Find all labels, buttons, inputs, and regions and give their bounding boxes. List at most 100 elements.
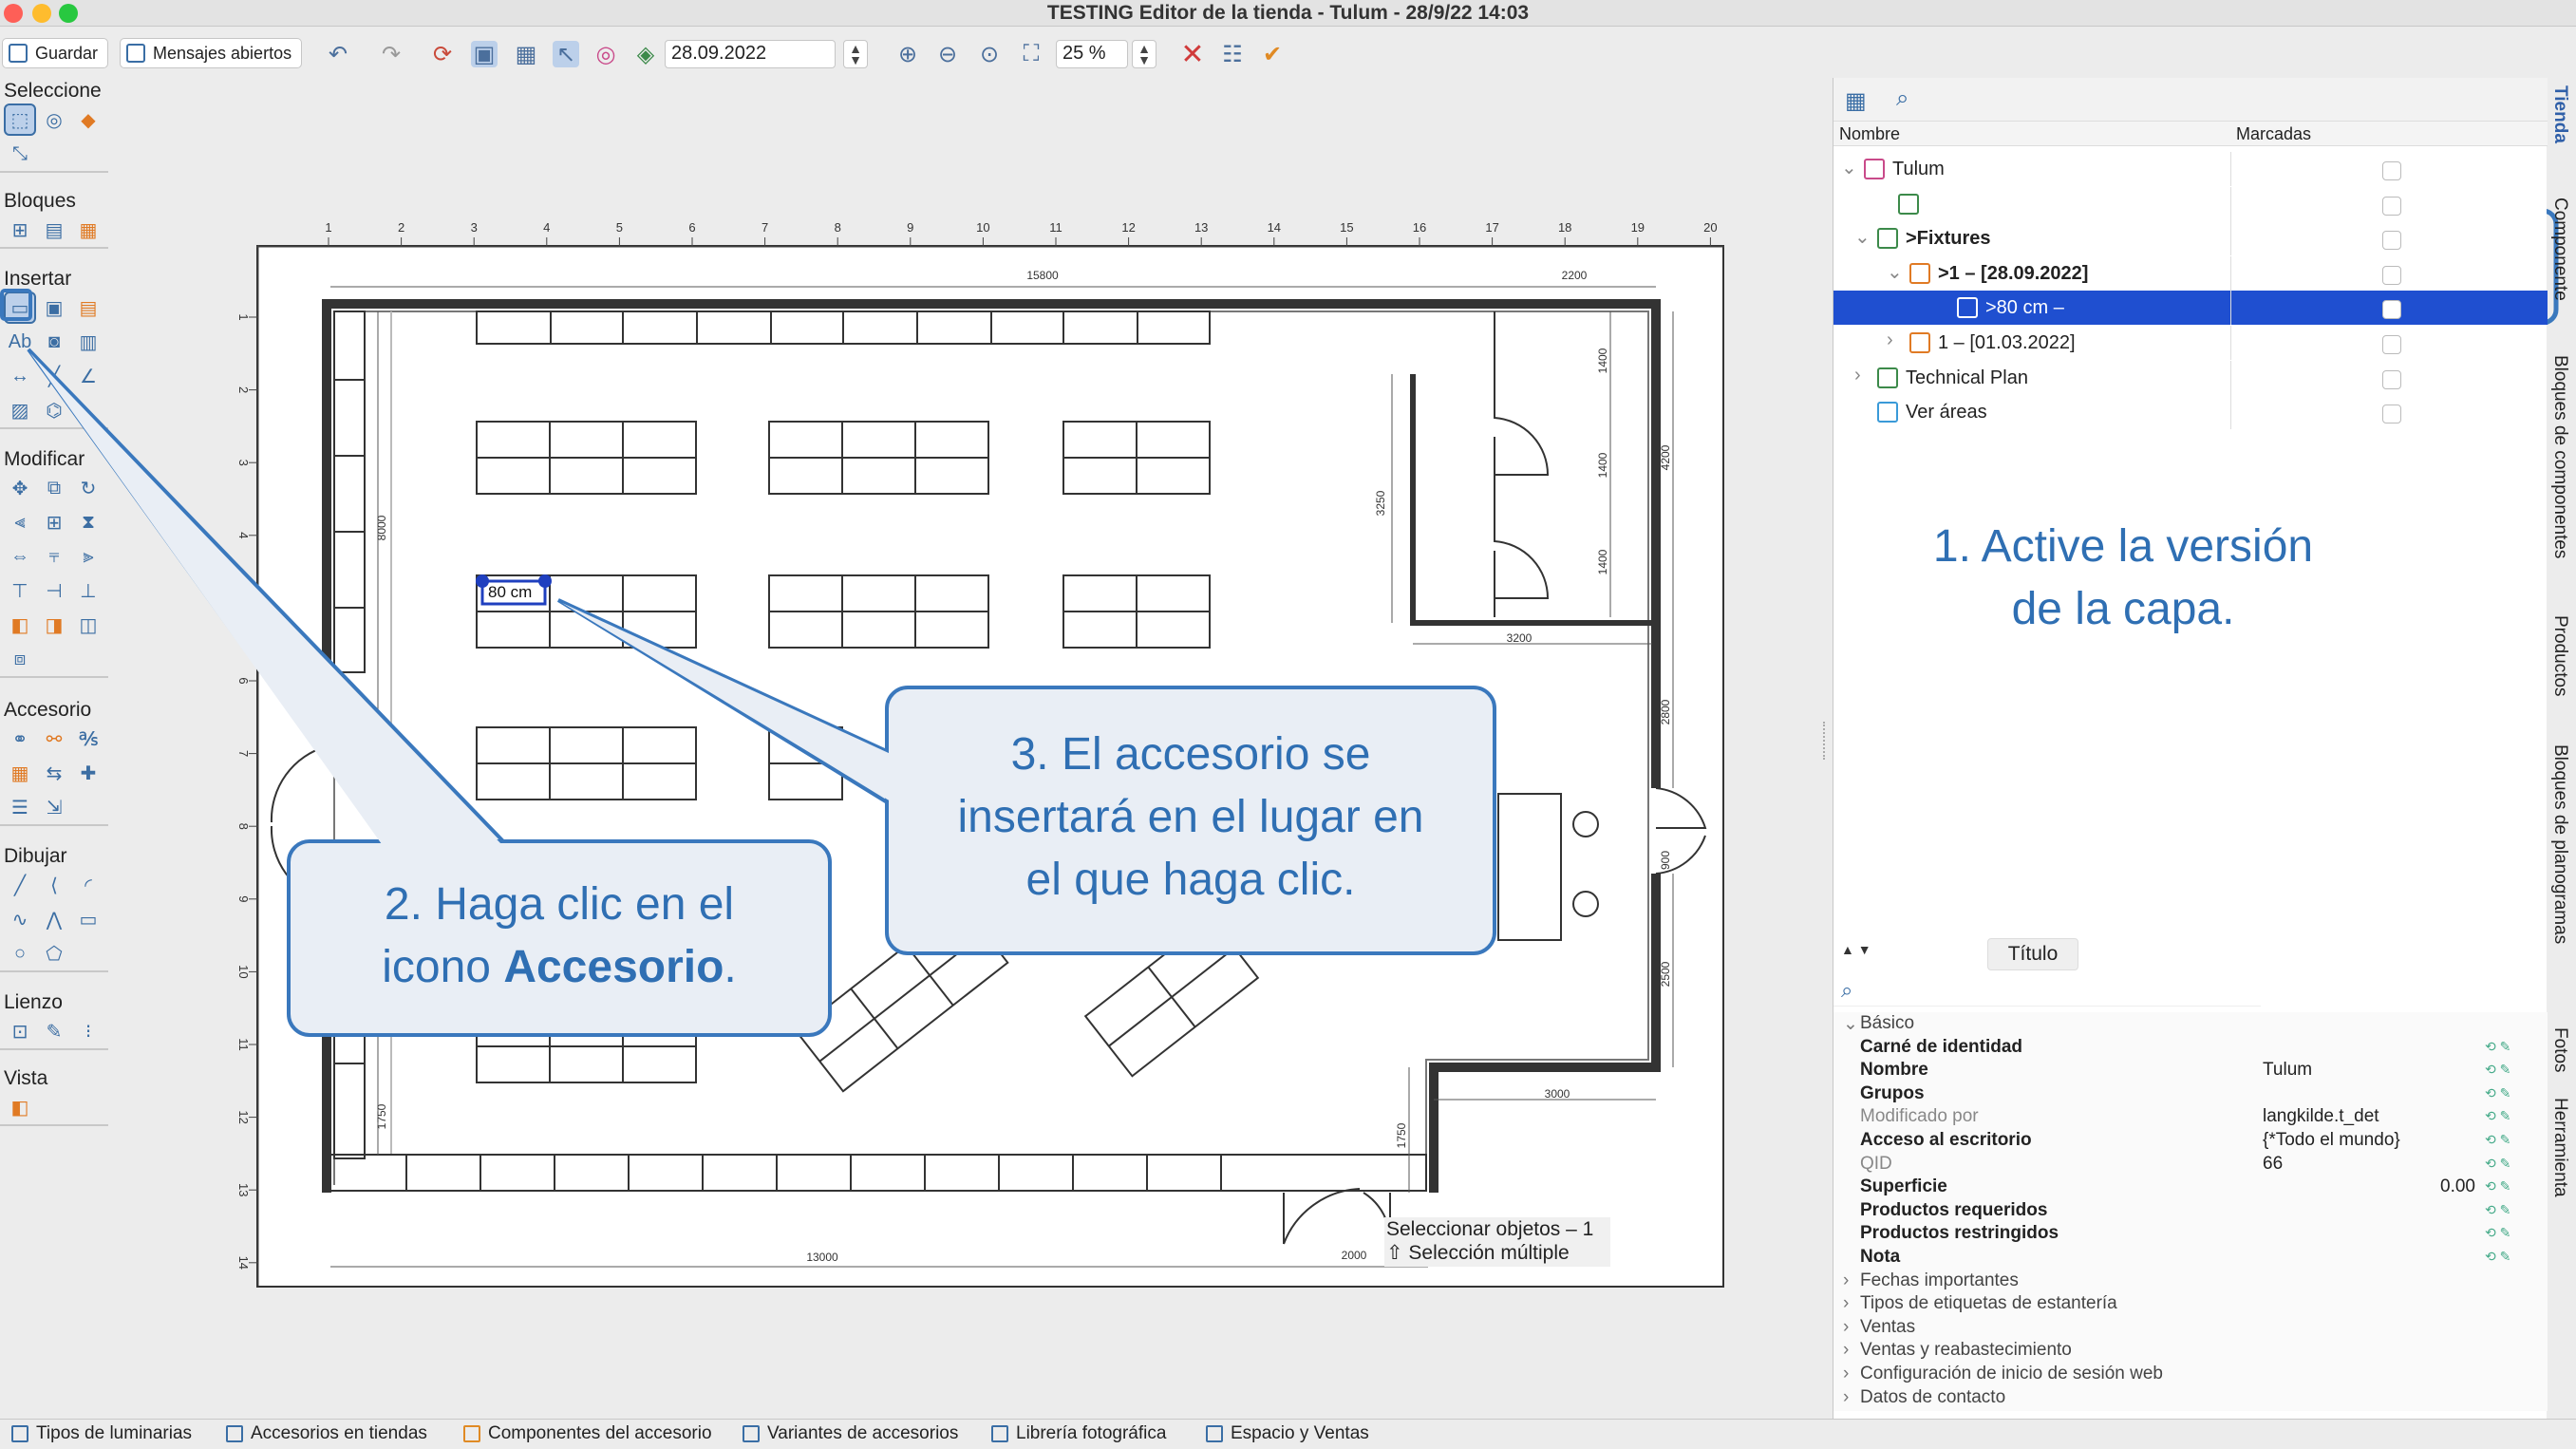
property-row[interactable]: Superficie 0.00 ⟲ ✎ xyxy=(1833,1176,2548,1199)
layers-icon[interactable]: ▦ xyxy=(513,41,539,67)
property-row[interactable]: › Datos de contacto xyxy=(1833,1386,2548,1410)
sign-insert-icon[interactable]: ▥ xyxy=(74,328,103,356)
side-tab-planogram-blocks[interactable]: Bloques de planogramas xyxy=(2549,744,2570,944)
property-row[interactable]: › Configuración de inicio de sesión web xyxy=(1833,1363,2548,1386)
select-lasso-icon[interactable]: ⤡ xyxy=(6,140,34,168)
property-edit-icon[interactable]: ⟲ ✎ xyxy=(2485,1085,2510,1101)
draw-polyline-icon[interactable]: ⟨ xyxy=(40,871,68,899)
refresh-icon[interactable]: ⟳ xyxy=(429,41,456,67)
canvas-size-icon[interactable]: ⊡ xyxy=(6,1017,34,1045)
marked-checkbox[interactable] xyxy=(2382,369,2401,389)
line-insert-icon[interactable]: ╱ xyxy=(40,362,68,390)
accessory-export-icon[interactable]: ⇲ xyxy=(40,793,68,821)
rotate-icon[interactable]: ↻ xyxy=(74,474,103,502)
tree-row[interactable]: › Technical Plan xyxy=(1833,360,2548,395)
copy-icon[interactable]: ⧉ xyxy=(40,474,68,502)
select-arrow-icon[interactable]: ⬚ xyxy=(4,104,36,136)
property-row[interactable]: › Ventas y reabastecimiento xyxy=(1833,1339,2548,1363)
table-view-icon[interactable]: ▦ xyxy=(1845,87,1867,115)
svg-insert-icon[interactable]: ⌬ xyxy=(40,396,68,424)
side-tab-products[interactable]: Productos xyxy=(2549,615,2570,697)
property-edit-icon[interactable]: ⟲ ✎ xyxy=(2485,1202,2510,1218)
side-tab-component[interactable]: Componente xyxy=(2549,198,2570,301)
grid-view-icon[interactable]: ▣ xyxy=(471,41,498,67)
align-bottom-icon[interactable]: ⊥ xyxy=(74,576,103,605)
tree-row[interactable]: ⌄ Tulum xyxy=(1833,152,2548,186)
panel-collapse-icon[interactable]: ▲ ▼ xyxy=(1841,942,1871,957)
property-row[interactable]: Modificado por langkilde.t_det ⟲ ✎ xyxy=(1833,1105,2548,1129)
draw-rect-icon[interactable]: ▭ xyxy=(74,905,103,933)
group-icon[interactable]: ◧ xyxy=(6,611,34,639)
canvas-grid-icon[interactable]: ⁝ xyxy=(74,1017,103,1045)
duplicate-icon[interactable]: ⧈ xyxy=(6,645,34,673)
property-edit-icon[interactable]: ⟲ ✎ xyxy=(2485,1249,2510,1265)
column-marked-header[interactable]: Marcadas xyxy=(2236,124,2311,144)
date-stepper[interactable]: ▲ ▼ xyxy=(843,40,868,68)
tab-store-fixtures[interactable]: Accesorios en tiendas xyxy=(226,1423,427,1444)
property-row[interactable]: Acceso al escritorio {*Todo el mundo} ⟲ ✎ xyxy=(1833,1129,2548,1153)
align-left-icon[interactable]: ⫷ xyxy=(6,508,34,536)
marked-checkbox[interactable] xyxy=(2382,231,2401,251)
undo-icon[interactable]: ↶ xyxy=(325,41,351,67)
draw-curve-icon[interactable]: ∿ xyxy=(6,905,34,933)
ungroup-icon[interactable]: ◨ xyxy=(40,611,68,639)
draw-polygon-icon[interactable]: ⬠ xyxy=(40,939,68,968)
tree-caret-icon[interactable]: ⌄ xyxy=(1887,260,1903,284)
resize-icon[interactable]: ⇔ xyxy=(6,542,34,571)
marked-checkbox[interactable] xyxy=(2382,196,2401,216)
accessory-add-icon[interactable]: ✚ xyxy=(74,759,103,787)
draw-line-icon[interactable]: ╱ xyxy=(6,871,34,899)
tree-row[interactable]: ⌄ >Fixtures xyxy=(1833,221,2548,256)
property-row[interactable]: QID 66 ⟲ ✎ xyxy=(1833,1153,2548,1176)
align-middle-icon[interactable]: ⊣ xyxy=(40,576,68,605)
tree-caret-icon[interactable]: › xyxy=(1887,329,1893,351)
property-edit-icon[interactable]: ⟲ ✎ xyxy=(2485,1062,2510,1078)
tab-space-sales[interactable]: Espacio y Ventas xyxy=(1206,1423,1369,1444)
tree-row[interactable] xyxy=(1833,186,2548,221)
property-row[interactable]: › Fechas importantes xyxy=(1833,1270,2548,1293)
view-options-icon[interactable]: ◧ xyxy=(6,1093,34,1121)
property-edit-icon[interactable]: ⟲ ✎ xyxy=(2485,1108,2510,1124)
image-insert-icon[interactable]: ▨ xyxy=(6,396,34,424)
text-insert-icon[interactable]: Ab xyxy=(6,328,34,356)
property-row[interactable]: Productos requeridos ⟲ ✎ xyxy=(1833,1199,2548,1223)
redo-icon[interactable]: ↷ xyxy=(378,41,404,67)
block-add-icon[interactable]: ⊞ xyxy=(6,216,34,244)
select-circle-icon[interactable]: ◎ xyxy=(40,105,68,134)
zoom-stepper[interactable]: ▲ ▼ xyxy=(1132,40,1156,68)
property-row[interactable]: Productos restringidos ⟲ ✎ xyxy=(1833,1222,2548,1246)
side-tab-store[interactable]: Tienda xyxy=(2549,85,2570,143)
tree-caret-icon[interactable]: ⌄ xyxy=(1854,225,1871,249)
tree-row[interactable]: › 1 – [01.03.2022] xyxy=(1833,326,2548,360)
side-tab-photos[interactable]: Fotos xyxy=(2549,1027,2570,1073)
align-center-icon[interactable]: ⊤ xyxy=(6,576,34,605)
block-grid-icon[interactable]: ▦ xyxy=(74,216,103,244)
side-tab-tool[interactable]: Herramienta xyxy=(2549,1098,2570,1197)
tab-fixture-variants[interactable]: Variantes de accesorios xyxy=(743,1423,958,1444)
panel-splitter[interactable] xyxy=(1823,722,1827,760)
property-row[interactable]: Nombre Tulum ⟲ ✎ xyxy=(1833,1059,2548,1082)
align-top-icon[interactable]: ⫧ xyxy=(40,542,68,571)
zoom-field[interactable]: 25 % xyxy=(1056,40,1128,68)
layer-version-icon[interactable]: ◈ xyxy=(632,41,659,67)
property-row[interactable]: Nota ⟲ ✎ xyxy=(1833,1246,2548,1270)
property-row[interactable]: › Ventas xyxy=(1833,1316,2548,1340)
accessory-hook-icon[interactable]: ⚯ xyxy=(40,724,68,753)
property-edit-icon[interactable]: ⟲ ✎ xyxy=(2485,1225,2510,1241)
side-tab-component-blocks[interactable]: Bloques de componentes xyxy=(2549,355,2570,558)
marked-checkbox[interactable] xyxy=(2382,300,2401,320)
tab-luminaire-types[interactable]: Tipos de luminarias xyxy=(11,1423,192,1444)
property-row[interactable]: Grupos ⟲ ✎ xyxy=(1833,1082,2548,1106)
fixture-insert-icon[interactable]: ▭ xyxy=(4,292,36,324)
align-right-icon[interactable]: ⫸ xyxy=(74,542,103,571)
select-layer-icon[interactable]: ◆ xyxy=(74,105,103,134)
draw-arc-icon[interactable]: ◜ xyxy=(74,871,103,899)
property-edit-icon[interactable]: ⟲ ✎ xyxy=(2485,1178,2510,1195)
mirror-icon[interactable]: ⧗ xyxy=(74,508,103,536)
property-row[interactable]: ⌄ Básico xyxy=(1833,1012,2548,1036)
angle-insert-icon[interactable]: ∠ xyxy=(74,362,103,390)
zoom-out-icon[interactable]: ⊖ xyxy=(934,41,961,67)
zoom-fit-icon[interactable]: ⊙ xyxy=(976,41,1003,67)
column-name-header[interactable]: Nombre xyxy=(1839,124,1900,144)
marked-checkbox[interactable] xyxy=(2382,405,2401,424)
